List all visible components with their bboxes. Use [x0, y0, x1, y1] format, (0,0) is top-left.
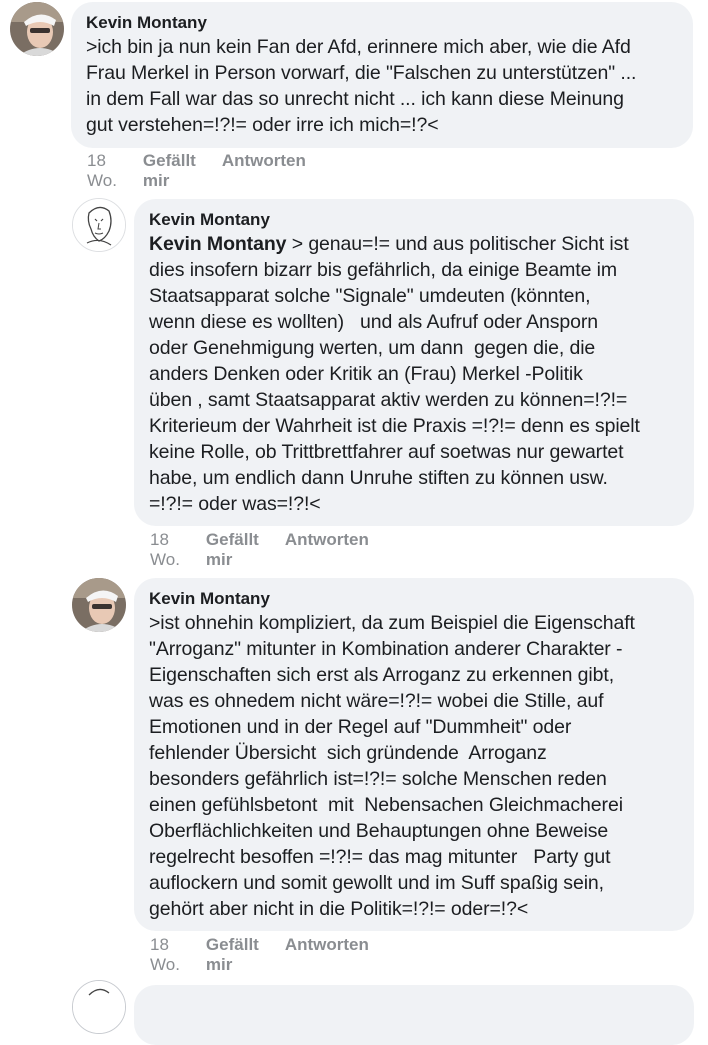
- reply-button[interactable]: Antworten: [222, 151, 306, 191]
- comment-bubble: Kevin Montany Kevin Montany > genau=!= u…: [134, 199, 694, 526]
- comment-text: >ich bin ja nun kein Fan der Afd, erinne…: [86, 36, 637, 136]
- like-button[interactable]: Gefällt mir: [206, 935, 259, 975]
- avatar[interactable]: [72, 198, 126, 252]
- comment-bubble: Kevin Montany >ich bin ja nun kein Fan d…: [71, 2, 693, 148]
- mention-link[interactable]: Kevin Montany: [149, 233, 286, 255]
- comment-bubble: Kevin Montany >ist ohnehin kompliziert, …: [134, 578, 694, 931]
- reply-button[interactable]: Antworten: [285, 935, 369, 975]
- comment-actions: 18 Wo. Gefällt mir Antworten: [87, 151, 306, 191]
- comment-text: Kevin Montany > genau=!= und aus politis…: [149, 231, 680, 517]
- comment-text: >ist ohnehin kompliziert, da zum Beispie…: [149, 612, 635, 920]
- avatar[interactable]: [10, 2, 64, 56]
- comment-author[interactable]: Kevin Montany: [86, 12, 679, 34]
- like-button[interactable]: Gefällt mir: [143, 151, 196, 191]
- like-button[interactable]: Gefällt mir: [206, 530, 259, 570]
- avatar[interactable]: [72, 578, 126, 632]
- comment-timestamp[interactable]: 18 Wo.: [150, 530, 180, 570]
- comment-timestamp[interactable]: 18 Wo.: [150, 935, 180, 975]
- comment-author[interactable]: Kevin Montany: [149, 588, 680, 610]
- comment-actions: 18 Wo. Gefällt mir Antworten: [150, 935, 369, 975]
- comment-author[interactable]: Kevin Montany: [149, 209, 680, 231]
- reply-button[interactable]: Antworten: [285, 530, 369, 570]
- comment-timestamp[interactable]: 18 Wo.: [87, 151, 117, 191]
- avatar[interactable]: [72, 980, 126, 1034]
- user-photo-icon: [72, 578, 126, 632]
- sketch-portrait-icon: [73, 981, 125, 1033]
- user-photo-icon: [10, 2, 64, 56]
- comment-text-body: > genau=!= und aus politischer Sicht ist…: [149, 233, 640, 515]
- sketch-portrait-icon: [73, 199, 125, 251]
- comment-bubble: [134, 985, 694, 1045]
- comment-actions: 18 Wo. Gefällt mir Antworten: [150, 530, 369, 570]
